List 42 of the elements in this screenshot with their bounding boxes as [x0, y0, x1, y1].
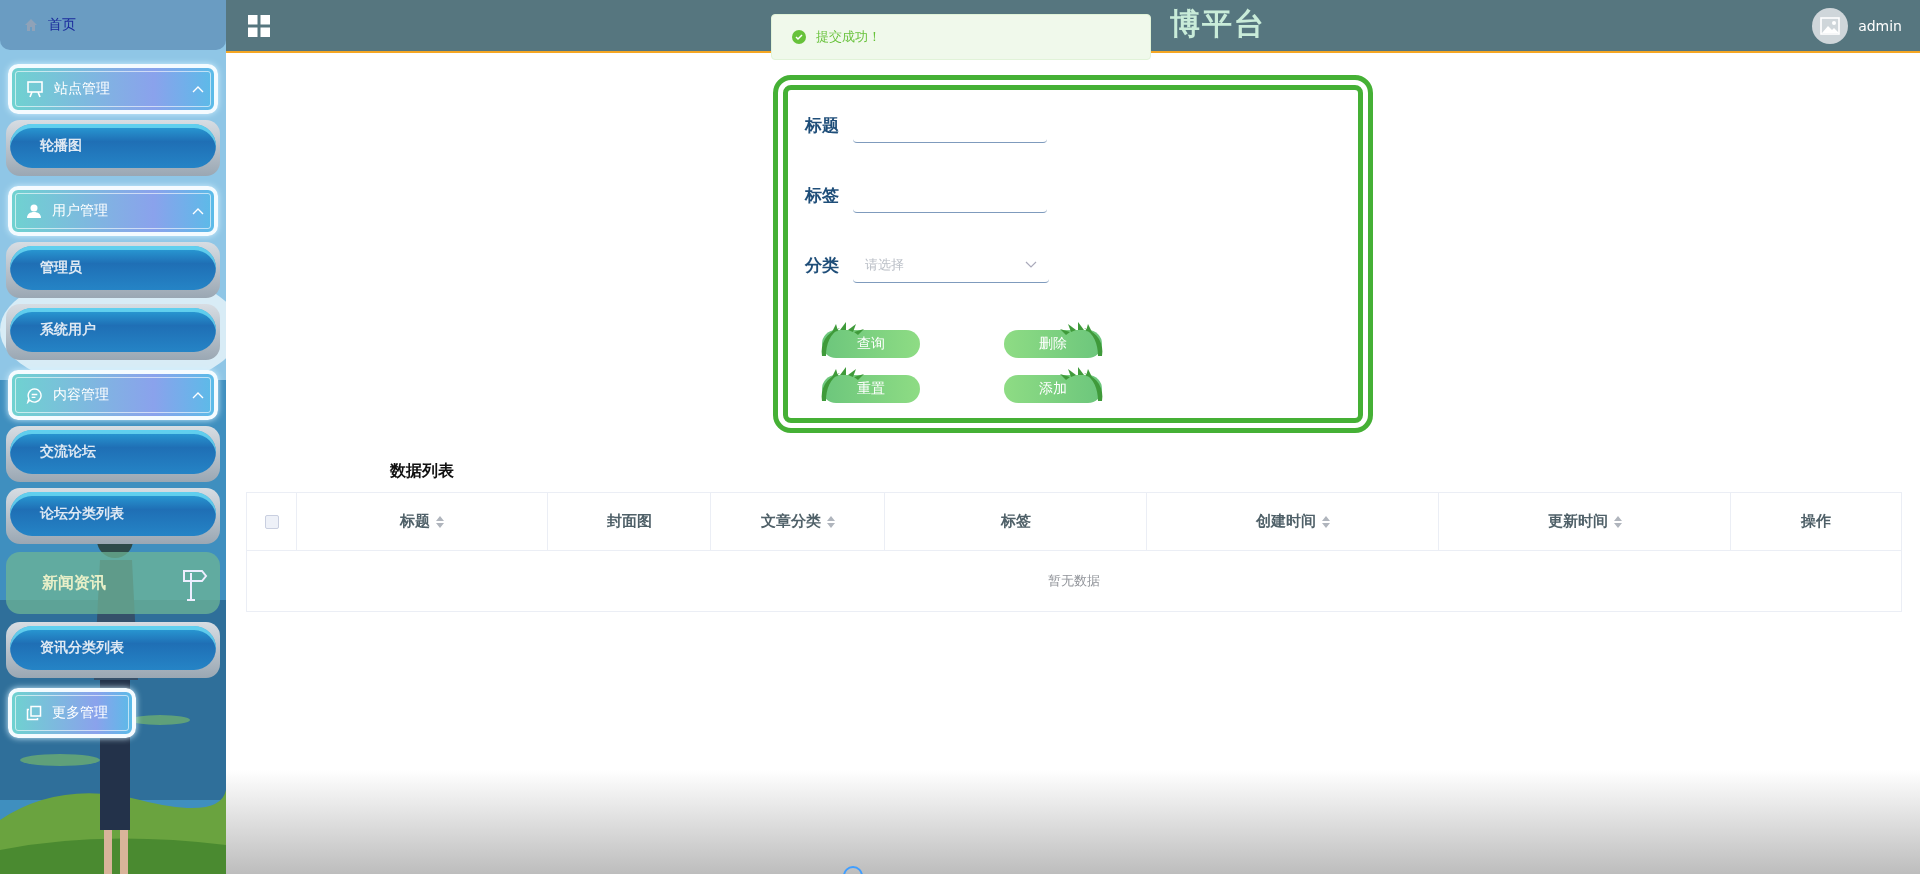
- column-header[interactable]: 更新时间: [1547, 512, 1608, 531]
- toast-message: 提交成功！: [816, 28, 881, 46]
- column-header: 封面图: [606, 512, 652, 531]
- chevron-down-icon: [1025, 261, 1037, 268]
- avatar-icon[interactable]: [1812, 7, 1849, 44]
- column-header: 操作: [1801, 512, 1831, 531]
- sort-icon[interactable]: [1613, 515, 1622, 528]
- menu-group[interactable]: 内容管理: [8, 370, 218, 420]
- sort-icon[interactable]: [826, 515, 835, 528]
- column-header[interactable]: 文章分类: [760, 512, 821, 531]
- banner-label: 新闻资讯: [42, 572, 106, 594]
- menu-item[interactable]: 交流论坛: [10, 430, 216, 474]
- column-header[interactable]: 创建时间: [1255, 512, 1316, 531]
- user-icon: [26, 203, 42, 219]
- menu-item[interactable]: 管理员: [10, 246, 216, 290]
- field-label: 分类: [805, 253, 840, 277]
- table-title: 数据列表: [389, 461, 455, 482]
- grid-menu-icon[interactable]: [248, 14, 270, 37]
- column-header[interactable]: 标题: [400, 512, 430, 531]
- home-icon: [24, 18, 38, 32]
- menu-item[interactable]: 系统用户: [10, 308, 216, 352]
- menu-item[interactable]: 资讯分类列表: [10, 626, 216, 670]
- easel-icon: [26, 80, 44, 98]
- menu-group[interactable]: 站点管理: [8, 64, 218, 114]
- user-name[interactable]: admin: [1858, 17, 1902, 34]
- copy-icon: [26, 705, 42, 721]
- menu-group[interactable]: 更多管理: [8, 688, 136, 738]
- column-header: 标签: [1000, 512, 1031, 531]
- check-circle-icon: [792, 30, 806, 44]
- site-title: 博平台: [1170, 5, 1266, 43]
- menu-group[interactable]: 用户管理: [8, 186, 218, 236]
- field-label: 标签: [805, 183, 840, 207]
- sort-icon[interactable]: [1321, 515, 1330, 528]
- menu-item[interactable]: 轮播图: [10, 124, 216, 168]
- select-all-checkbox[interactable]: [264, 514, 279, 529]
- field-label: 标题: [805, 113, 840, 137]
- home-menu-item[interactable]: 首页: [0, 0, 226, 50]
- chat-icon: [26, 386, 43, 404]
- menu-banner[interactable]: 新闻资讯: [6, 552, 220, 614]
- empty-text: 暂无数据: [1048, 572, 1100, 590]
- sort-icon[interactable]: [436, 515, 444, 528]
- menu-item[interactable]: 论坛分类列表: [10, 492, 216, 536]
